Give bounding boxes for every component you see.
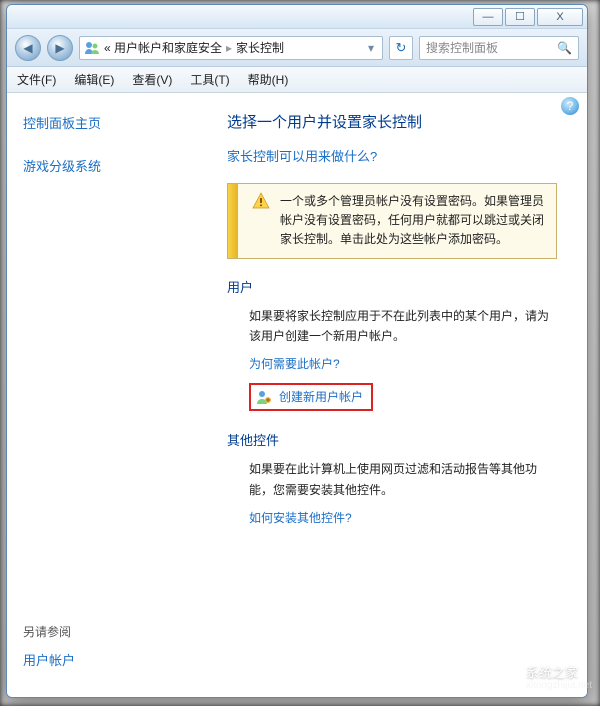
close-button[interactable]: X (537, 8, 583, 26)
refresh-button[interactable]: ↻ (389, 36, 413, 60)
watermark-icon (480, 658, 520, 698)
sidebar-user-accounts[interactable]: 用户帐户 (23, 650, 191, 669)
forward-button[interactable]: ▶ (47, 35, 73, 61)
menu-tools[interactable]: 工具(T) (190, 71, 229, 88)
other-controls-paragraph: 如果要在此计算机上使用网页过滤和活动报告等其他功能，您需要安装其他控件。 (249, 459, 557, 500)
back-button[interactable]: ◀ (15, 35, 41, 61)
content-pane: ? 选择一个用户并设置家长控制 家长控制可以用来做什么? 一个或多个管理员帐户没… (207, 93, 587, 697)
warning-text: 一个或多个管理员帐户没有设置密码。如果管理员帐户没有设置密码，任何用户就都可以跳… (280, 192, 546, 250)
menu-help[interactable]: 帮助(H) (248, 71, 289, 88)
users-icon (84, 40, 100, 56)
menu-view[interactable]: 查看(V) (132, 71, 172, 88)
maximize-button[interactable]: ☐ (505, 8, 535, 26)
help-icon[interactable]: ? (561, 97, 579, 115)
navbar: ◀ ▶ « 用户帐户和家庭安全 ▸ 家长控制 ▾ ↻ 搜索控制面板 🔍 (7, 29, 587, 67)
why-account-link[interactable]: 为何需要此帐户? (249, 357, 340, 371)
sidebar: 控制面板主页 游戏分级系统 另请参阅 用户帐户 (7, 93, 207, 697)
search-icon[interactable]: 🔍 (557, 41, 572, 55)
how-install-link[interactable]: 如何安装其他控件? (249, 511, 352, 525)
create-new-account-link[interactable]: 创建新用户帐户 (279, 387, 363, 407)
warning-icon (252, 192, 270, 210)
watermark-title: 系统之家 (526, 665, 592, 681)
breadcrumb-dropdown[interactable]: ▾ (364, 41, 378, 55)
users-paragraph: 如果要将家长控制应用于不在此列表中的某个用户，请为该用户创建一个新用户帐户。 (249, 306, 557, 347)
page-title: 选择一个用户并设置家长控制 (227, 111, 557, 132)
minimize-button[interactable]: — (473, 8, 503, 26)
sidebar-control-panel-home[interactable]: 控制面板主页 (23, 113, 191, 132)
see-also-header: 另请参阅 (23, 623, 191, 640)
search-placeholder: 搜索控制面板 (426, 39, 498, 56)
breadcrumb-seg-1[interactable]: « 用户帐户和家庭安全 (104, 39, 222, 56)
control-panel-window: — ☐ X ◀ ▶ « 用户帐户和家庭安全 ▸ 家长控制 ▾ ↻ 搜索控制面板 … (6, 4, 588, 698)
create-account-highlight: 创建新用户帐户 (249, 383, 373, 411)
sidebar-game-rating[interactable]: 游戏分级系统 (23, 156, 191, 175)
address-breadcrumb[interactable]: « 用户帐户和家庭安全 ▸ 家长控制 ▾ (79, 36, 383, 60)
watermark: 系统之家 xitongzhijia.net (480, 658, 592, 698)
watermark-sub: xitongzhijia.net (526, 680, 592, 691)
menu-file[interactable]: 文件(F) (17, 71, 56, 88)
menu-edit[interactable]: 编辑(E) (74, 71, 114, 88)
other-controls-heading: 其他控件 (227, 430, 557, 449)
warning-box[interactable]: 一个或多个管理员帐户没有设置密码。如果管理员帐户没有设置密码，任何用户就都可以跳… (227, 183, 557, 259)
breadcrumb-seg-2[interactable]: 家长控制 (236, 39, 284, 56)
breadcrumb-separator: ▸ (226, 41, 232, 55)
menubar: 文件(F) 编辑(E) 查看(V) 工具(T) 帮助(H) (7, 67, 587, 93)
user-add-icon (255, 388, 273, 406)
titlebar: — ☐ X (7, 5, 587, 29)
users-heading: 用户 (227, 277, 557, 296)
search-input[interactable]: 搜索控制面板 🔍 (419, 36, 579, 60)
what-can-do-link[interactable]: 家长控制可以用来做什么? (227, 149, 377, 164)
